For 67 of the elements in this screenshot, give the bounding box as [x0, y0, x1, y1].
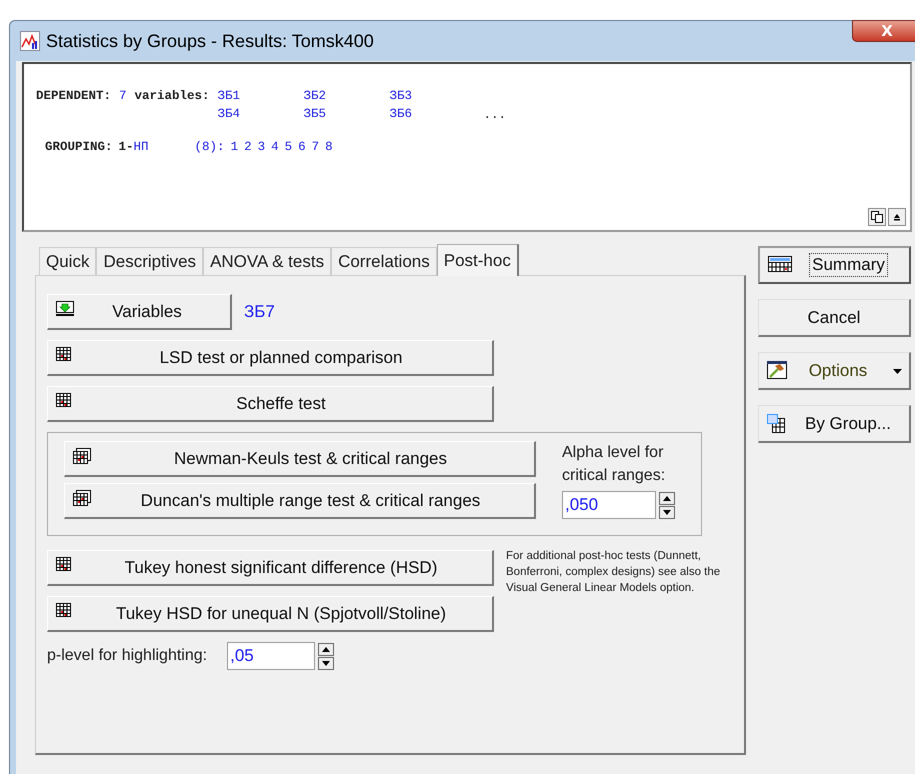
- output-label: variables:: [134, 89, 210, 103]
- grid-icon: [56, 393, 71, 407]
- grid-icon: [56, 603, 71, 617]
- grid-icon: [73, 490, 91, 506]
- tab[interactable]: Correlations: [331, 247, 437, 275]
- monitor-arrow-icon: [56, 301, 74, 317]
- output-value: ЗБ6: [390, 107, 414, 121]
- grid-icon: [73, 448, 91, 464]
- test-button[interactable]: Tukey HSD for unequal N (Spjotvoll/Stoline): [47, 596, 494, 632]
- output-label: GROUPING:: [45, 140, 113, 154]
- expand-button[interactable]: [888, 208, 906, 226]
- test-button[interactable]: Duncan's multiple range test & critical ranges: [64, 483, 536, 519]
- up-arrow-icon: [322, 646, 330, 652]
- tab[interactable]: ANOVA & tests: [203, 247, 332, 275]
- output-value: ЗБ2: [304, 89, 328, 103]
- dialog-button[interactable]: By Group...: [758, 405, 911, 443]
- output-value: 6: [298, 140, 306, 154]
- output-value: (8):: [194, 140, 225, 154]
- alpha-label: Alpha level for critical ranges:: [562, 443, 666, 486]
- down-arrow-icon: [663, 510, 671, 514]
- dialog-button[interactable]: Cancel: [758, 299, 911, 337]
- dialog-button[interactable]: Options: [758, 352, 911, 390]
- tab[interactable]: Post-hoc: [436, 244, 519, 276]
- output-value: 7: [119, 89, 127, 103]
- output-label: 1-: [118, 140, 134, 154]
- spin-buttons[interactable]: [659, 492, 675, 518]
- test-button[interactable]: Tukey honest significant difference (HSD): [47, 550, 494, 586]
- test-button[interactable]: LSD test or planned comparison: [47, 340, 494, 376]
- p-level-label: p-level for highlighting:: [47, 647, 208, 665]
- output-value: ЗБ4: [218, 107, 242, 121]
- copy-icon: [871, 211, 883, 223]
- grid-icon: [56, 347, 71, 361]
- output-value: 4: [271, 140, 279, 154]
- output-value: 5: [284, 140, 292, 154]
- test-button[interactable]: Newman-Keuls test & critical ranges: [64, 441, 536, 477]
- ellipsis-text: ...: [484, 108, 506, 122]
- note-text: For additional post-hoc tests (Dunnett, Bonferroni, complex designs) see also the Visual General Linear Models option.: [506, 549, 721, 596]
- output-label: DEPENDENT:: [36, 89, 112, 103]
- p-level-field[interactable]: ,05: [227, 642, 316, 670]
- hammer-icon: [767, 361, 787, 379]
- up-arrow-icon: [893, 213, 901, 221]
- output-value: 3: [258, 140, 266, 154]
- variable-value: ЗБ7: [244, 302, 275, 322]
- alpha-field[interactable]: ,050: [562, 491, 656, 519]
- output-value: 2: [244, 140, 252, 154]
- caret-icon: [893, 369, 902, 374]
- dialog-button[interactable]: Summary: [758, 246, 911, 284]
- tab[interactable]: Descriptives: [96, 247, 204, 275]
- grid-icon: [56, 557, 71, 571]
- output-value: 8: [325, 140, 333, 154]
- output-value: ЗБ3: [390, 89, 414, 103]
- output-value: ЗБ5: [304, 107, 328, 121]
- copy-button[interactable]: [868, 208, 886, 226]
- grid-icon: [767, 414, 787, 434]
- table-icon: [768, 256, 792, 272]
- output-value: НП: [134, 140, 149, 154]
- test-button[interactable]: Scheffe test: [47, 386, 494, 422]
- chart-icon: [20, 31, 40, 51]
- up-arrow-icon: [663, 496, 671, 500]
- output-value: 1: [230, 140, 238, 154]
- output-value: 7: [312, 140, 320, 154]
- window-title: Statistics by Groups - Results: Tomsk400: [46, 30, 374, 52]
- output-value: ЗБ1: [218, 89, 242, 103]
- down-arrow-icon: [322, 660, 330, 666]
- variables-button[interactable]: Variables: [47, 294, 232, 330]
- tab[interactable]: Quick: [39, 247, 96, 275]
- spin-buttons[interactable]: [318, 642, 334, 670]
